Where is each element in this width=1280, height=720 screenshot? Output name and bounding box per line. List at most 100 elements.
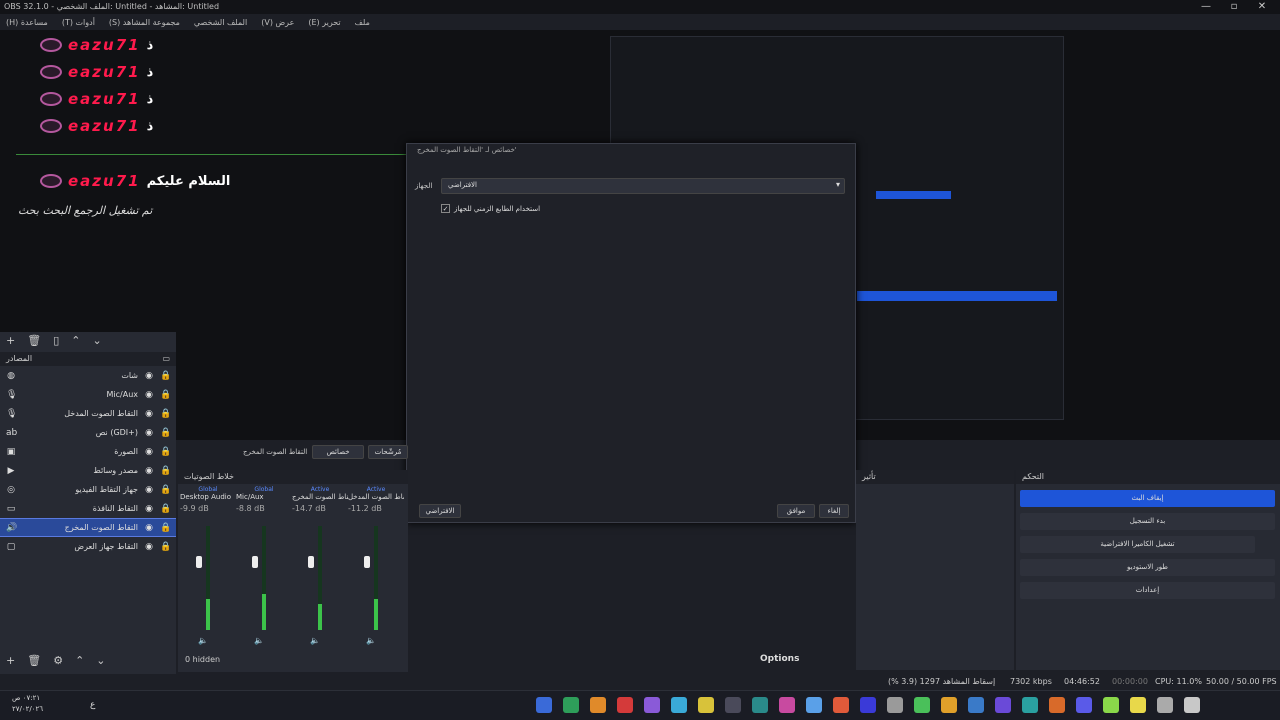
source-item[interactable]: ▣ الصورة ◉ 🔒 (0, 442, 176, 461)
language-indicator[interactable]: ع (90, 700, 95, 710)
move-down-icon[interactable]: ⌄ (92, 334, 101, 347)
menu-help[interactable]: (H) مساعدة (6, 18, 48, 27)
taskbar-app-icon[interactable] (671, 697, 687, 713)
menu-scene-collection[interactable]: (S) مجموعة المشاهد (109, 18, 180, 27)
taskbar-app-icon[interactable] (968, 697, 984, 713)
eye-icon[interactable]: ◉ (144, 390, 154, 400)
lock-icon[interactable]: 🔒 (160, 409, 171, 419)
volume-slider[interactable] (252, 556, 258, 568)
taskbar-app-icon[interactable] (860, 697, 876, 713)
dock-icon[interactable]: ▭ (162, 354, 170, 364)
menu-file[interactable]: ملف (355, 18, 370, 27)
taskbar-app-icon[interactable] (590, 697, 606, 713)
taskbar-app-icon[interactable] (1130, 697, 1146, 713)
taskbar-app-icon[interactable] (1049, 697, 1065, 713)
taskbar-app-icon[interactable] (1103, 697, 1119, 713)
source-item[interactable]: ◎ جهاز التقاط الفيديو ◉ 🔒 (0, 480, 176, 499)
taskbar-app-icon[interactable] (887, 697, 903, 713)
taskbar-app-icon[interactable] (1157, 697, 1173, 713)
taskbar-app-icon[interactable] (644, 697, 660, 713)
stop-stream-button[interactable]: إيقاف البث (1020, 490, 1275, 507)
volume-slider[interactable] (196, 556, 202, 568)
source-item[interactable]: ▶ مصدر وسائط ◉ 🔒 (0, 461, 176, 480)
speaker-icon[interactable]: 🔈 (198, 636, 208, 645)
ok-button[interactable]: موافق (777, 504, 815, 518)
minimize-button[interactable]: — (1192, 1, 1220, 12)
taskbar-app-icon[interactable] (725, 697, 741, 713)
lock-icon[interactable]: 🔒 (160, 428, 171, 438)
taskbar-app-icon[interactable] (806, 697, 822, 713)
taskbar-app-icon[interactable] (914, 697, 930, 713)
source-item[interactable]: ▢ التقاط جهاز العرض ◉ 🔒 (0, 537, 176, 556)
eye-icon[interactable]: ◉ (144, 371, 154, 381)
volume-slider[interactable] (308, 556, 314, 568)
taskbar-app-icon[interactable] (617, 697, 633, 713)
source-item[interactable]: ◍ شات ◉ 🔒 (0, 366, 176, 385)
lock-icon[interactable]: 🔒 (160, 466, 171, 476)
taskbar-app-icon[interactable] (995, 697, 1011, 713)
settings-button[interactable]: إعدادات (1020, 582, 1275, 599)
checkbox-icon[interactable]: ✓ (441, 204, 450, 213)
gear-icon[interactable]: ⚙ (53, 654, 63, 667)
taskbar-app-icon[interactable] (536, 697, 552, 713)
taskbar-app-icon[interactable] (563, 697, 579, 713)
source-item[interactable]: 🎙 التقاط الصوت المدخل ◉ 🔒 (0, 404, 176, 423)
properties-button[interactable]: خصائص (312, 445, 364, 459)
eye-icon[interactable]: ◉ (144, 428, 154, 438)
maximize-button[interactable]: ▫ (1220, 1, 1248, 12)
speaker-icon[interactable]: 🔈 (254, 636, 264, 645)
cancel-button[interactable]: إلغاء (819, 504, 849, 518)
lock-icon[interactable]: 🔒 (160, 523, 171, 533)
lock-icon[interactable]: 🔒 (160, 390, 171, 400)
speaker-icon[interactable]: 🔈 (366, 636, 376, 645)
defaults-button[interactable]: الافتراضي (419, 504, 461, 518)
taskbar-app-icon[interactable] (833, 697, 849, 713)
taskbar-app-icon[interactable] (1076, 697, 1092, 713)
eye-icon[interactable]: ◉ (144, 542, 154, 552)
eye-icon[interactable]: ◉ (144, 447, 154, 457)
start-recording-button[interactable]: بدء التسجيل (1020, 513, 1275, 530)
taskbar-app-icon[interactable] (752, 697, 768, 713)
lock-icon[interactable]: 🔒 (160, 447, 171, 457)
move-up-icon[interactable]: ⌃ (75, 654, 84, 667)
lock-icon[interactable]: 🔒 (160, 542, 171, 552)
add-icon[interactable]: + (6, 334, 15, 347)
volume-slider[interactable] (364, 556, 370, 568)
trash-icon[interactable]: 🗑 (27, 334, 41, 347)
eye-icon[interactable]: ◉ (144, 485, 154, 495)
menu-tools[interactable]: (T) أدوات (62, 18, 95, 27)
source-item[interactable]: 🎙 Mic/Aux ◉ 🔒 (0, 385, 176, 404)
taskbar-app-icon[interactable] (1022, 697, 1038, 713)
device-select[interactable]: الافتراضي ▾ (441, 178, 845, 194)
eye-icon[interactable]: ◉ (144, 409, 154, 419)
menu-profile[interactable]: الملف الشخصي (194, 18, 247, 27)
source-item[interactable]: ab نص (GDI+) ◉ 🔒 (0, 423, 176, 442)
options-button[interactable]: Options (760, 654, 799, 664)
lock-icon[interactable]: 🔒 (160, 504, 171, 514)
filter-icon[interactable]: ▯ (53, 334, 59, 347)
menu-edit[interactable]: (E) تحرير (308, 18, 340, 27)
lock-icon[interactable]: 🔒 (160, 485, 171, 495)
studio-mode-button[interactable]: طور الاستوديو (1020, 559, 1275, 576)
chat-message: ذ (146, 91, 154, 107)
eye-icon[interactable]: ◉ (144, 466, 154, 476)
source-item[interactable]: ▭ التقاط النافذة ◉ 🔒 (0, 499, 176, 518)
speaker-icon[interactable]: 🔈 (310, 636, 320, 645)
timestamp-checkbox-row[interactable]: ✓ استخدام الطابع الزمني للجهاز (441, 204, 540, 213)
filters-button[interactable]: مُرشّحات (368, 445, 408, 459)
lock-icon[interactable]: 🔒 (160, 371, 171, 381)
menu-view[interactable]: (V) عرض (261, 18, 294, 27)
move-down-icon[interactable]: ⌄ (96, 654, 105, 667)
taskbar-app-icon[interactable] (1184, 697, 1200, 713)
eye-icon[interactable]: ◉ (144, 523, 154, 533)
taskbar-app-icon[interactable] (698, 697, 714, 713)
close-button[interactable]: ✕ (1248, 1, 1276, 12)
taskbar-app-icon[interactable] (779, 697, 795, 713)
source-item[interactable]: 🔊 التقاط الصوت المخرج ◉ 🔒 (0, 518, 176, 537)
taskbar-app-icon[interactable] (941, 697, 957, 713)
trash-icon[interactable]: 🗑 (27, 654, 41, 667)
eye-icon[interactable]: ◉ (144, 504, 154, 514)
move-up-icon[interactable]: ⌃ (71, 334, 80, 347)
virtual-camera-button[interactable]: تشغيل الكاميرا الافتراضية (1020, 536, 1255, 553)
add-icon[interactable]: + (6, 654, 15, 667)
